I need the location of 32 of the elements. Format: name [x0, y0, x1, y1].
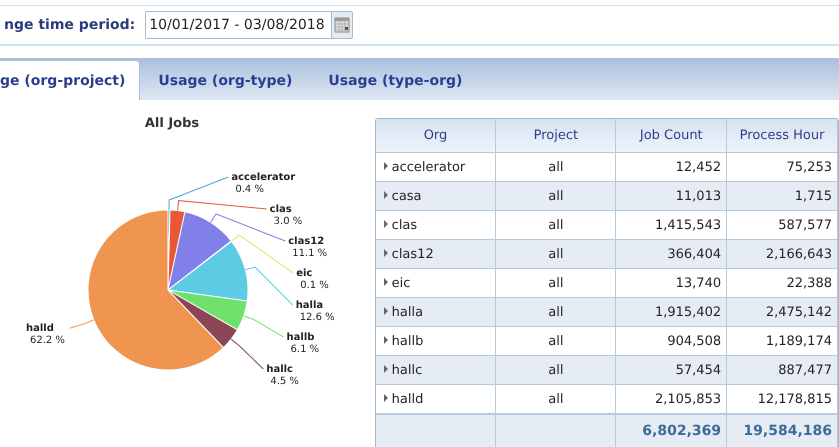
- total-cell: 19,584,186: [726, 414, 838, 447]
- chart-title: All Jobs: [144, 116, 200, 131]
- total-cell: 6,802,369: [616, 414, 727, 447]
- table-cell: 366,404: [616, 240, 727, 268]
- table-cell: all: [496, 356, 616, 384]
- table-cell: 887,477: [726, 356, 838, 384]
- table-cell: 1,915,402: [616, 298, 727, 326]
- table-cell: all: [496, 182, 616, 210]
- slice-label: eic: [296, 268, 312, 279]
- slice-label: hallc: [266, 364, 293, 375]
- slice-label: accelerator: [231, 172, 296, 183]
- table-cell: 1,715: [726, 182, 838, 210]
- slice-percent: 3.0 %: [274, 216, 302, 227]
- table-cell: all: [496, 298, 616, 326]
- slice-label: clas: [270, 204, 292, 215]
- slice-percent: 0.1 %: [300, 280, 329, 291]
- filter-label: nge time period:: [4, 17, 136, 33]
- table-cell: all: [496, 240, 616, 268]
- slice-label: halld: [26, 323, 54, 334]
- slice-percent: 12.6 %: [300, 312, 335, 323]
- slice-percent: 11.1 %: [292, 248, 328, 259]
- table-cell: 2,475,142: [726, 298, 838, 326]
- slice-percent: 0.4 %: [235, 184, 264, 195]
- slice-percent: 62.2 %: [30, 335, 65, 346]
- table-cell: 11,013: [616, 182, 727, 210]
- slice-percent: 4.5 %: [270, 376, 299, 387]
- slice-label: hallb: [286, 332, 314, 343]
- table-cell: 2,166,643: [726, 240, 838, 268]
- slice-percent: 6.1 %: [290, 344, 320, 355]
- slice-label: halla: [296, 300, 324, 311]
- slice-label: clas12: [288, 236, 324, 247]
- table-cell: 57,454: [616, 356, 727, 384]
